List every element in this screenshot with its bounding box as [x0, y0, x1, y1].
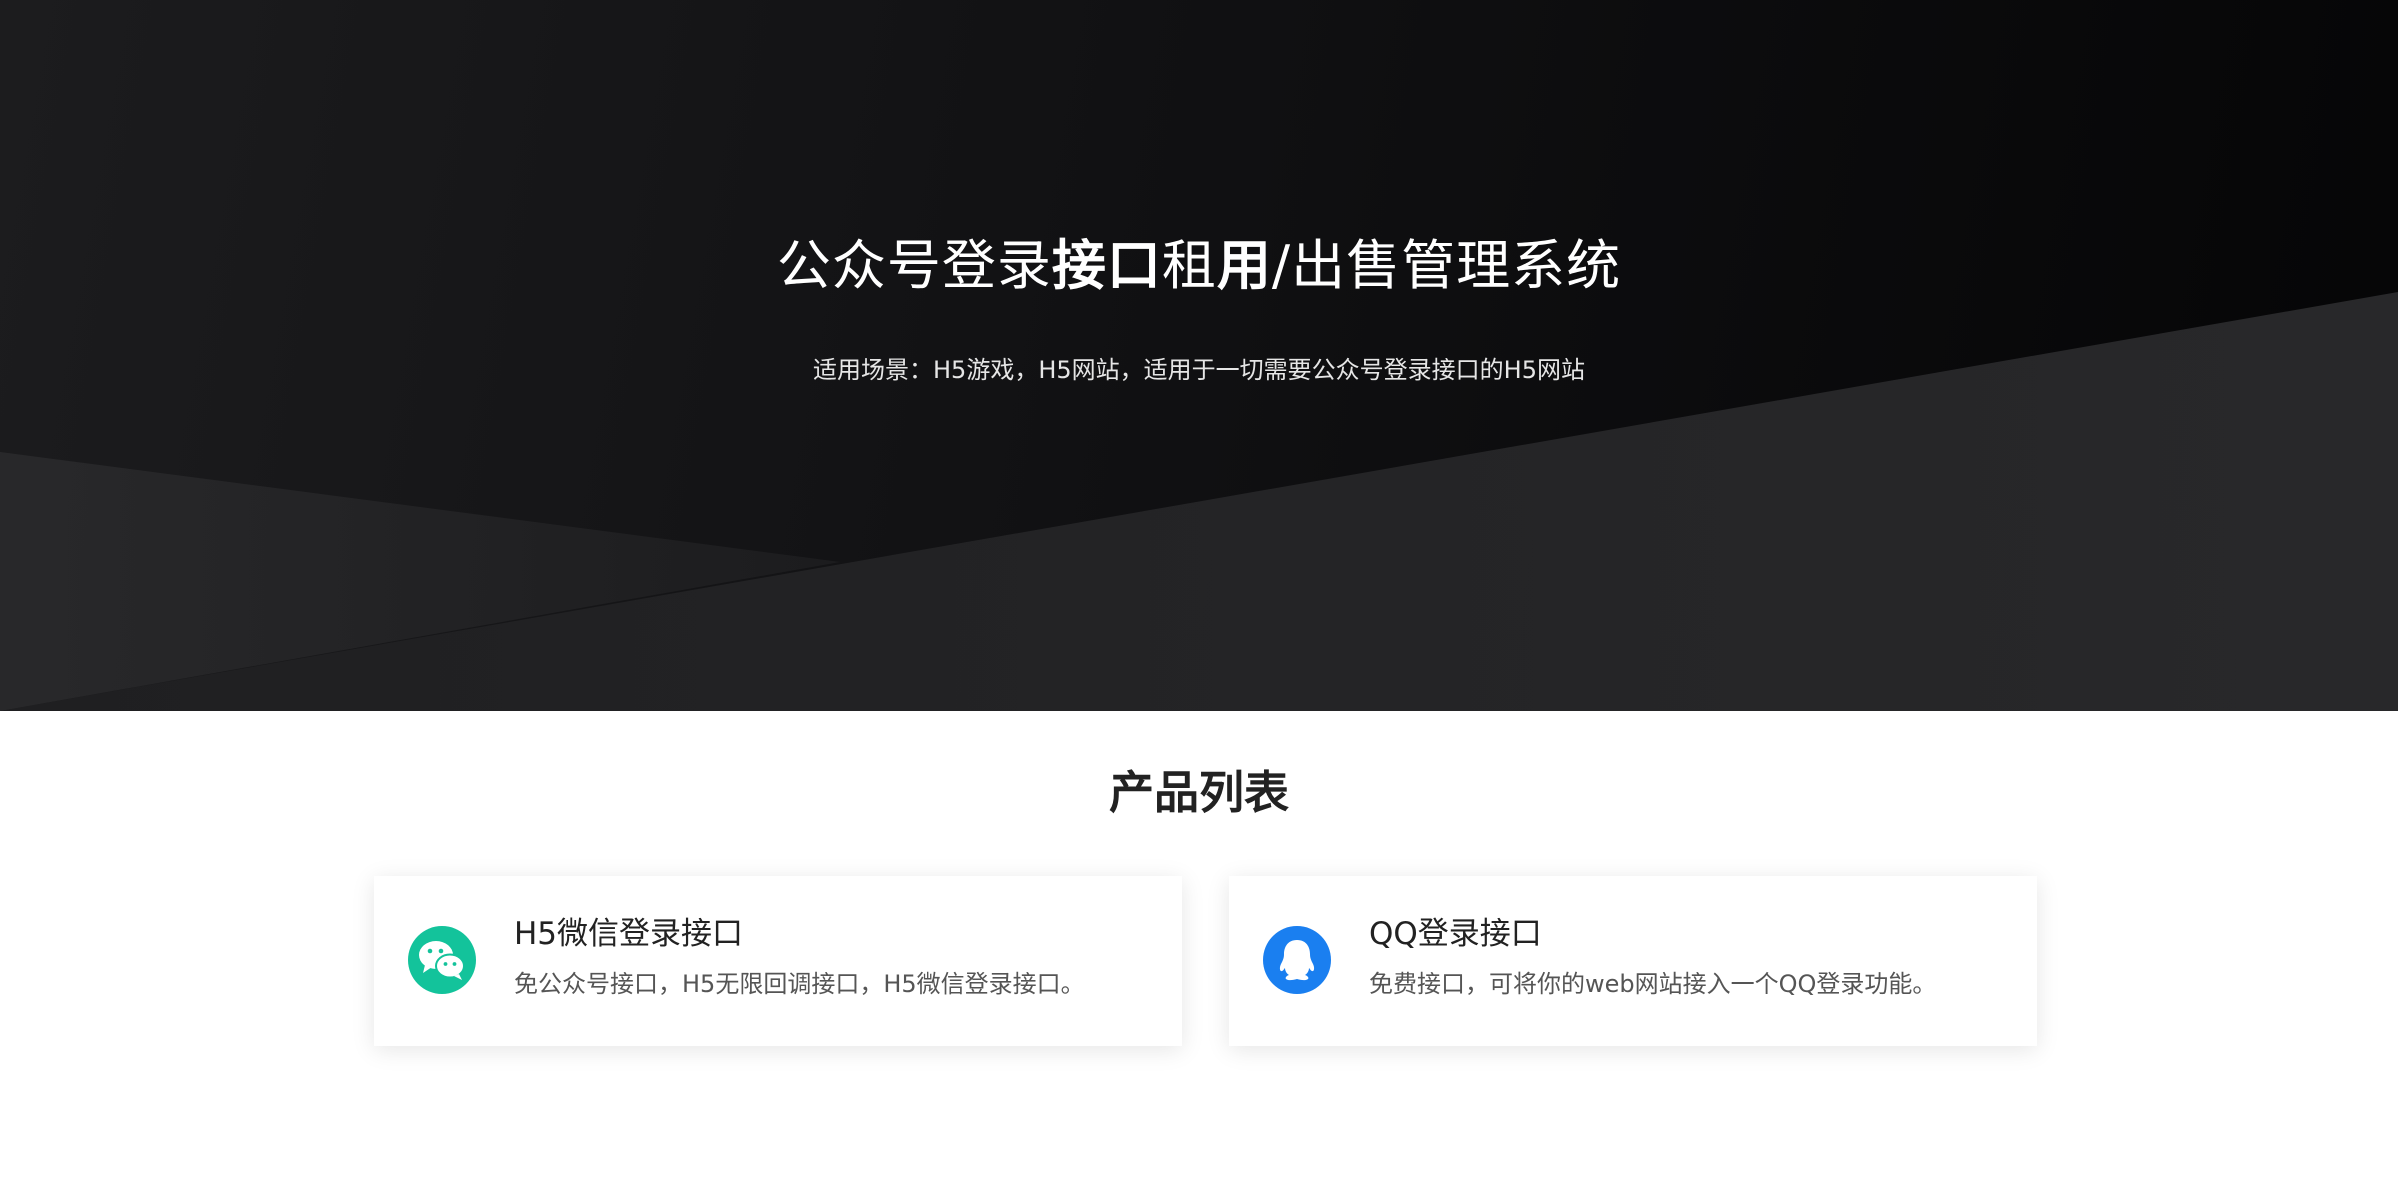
product-description: 免费接口，可将你的web网站接入一个QQ登录功能。 — [1369, 970, 1937, 998]
product-title[interactable]: QQ登录接口 — [1369, 912, 1542, 956]
product-card-wechat-login[interactable]: H5微信登录接口 免公众号接口，H5无限回调接口，H5微信登录接口。 — [374, 876, 1182, 1046]
product-list-heading: 产品列表 — [1108, 766, 1289, 819]
qq-icon — [1263, 926, 1331, 994]
hero-banner: 公众号登录接口租用/出售管理系统 适用场景：H5游戏，H5网站，适用于一切需要公… — [0, 0, 2398, 711]
hero-subtitle: 适用场景：H5游戏，H5网站，适用于一切需要公众号登录接口的H5网站 — [813, 356, 1585, 384]
product-title[interactable]: H5微信登录接口 — [514, 912, 743, 956]
product-card-qq-login[interactable]: QQ登录接口 免费接口，可将你的web网站接入一个QQ登录功能。 — [1229, 876, 2037, 1046]
product-description: 免公众号接口，H5无限回调接口，H5微信登录接口。 — [514, 970, 1085, 998]
wechat-icon — [408, 926, 476, 994]
hero-title: 公众号登录接口租用/出售管理系统 — [776, 234, 1622, 297]
